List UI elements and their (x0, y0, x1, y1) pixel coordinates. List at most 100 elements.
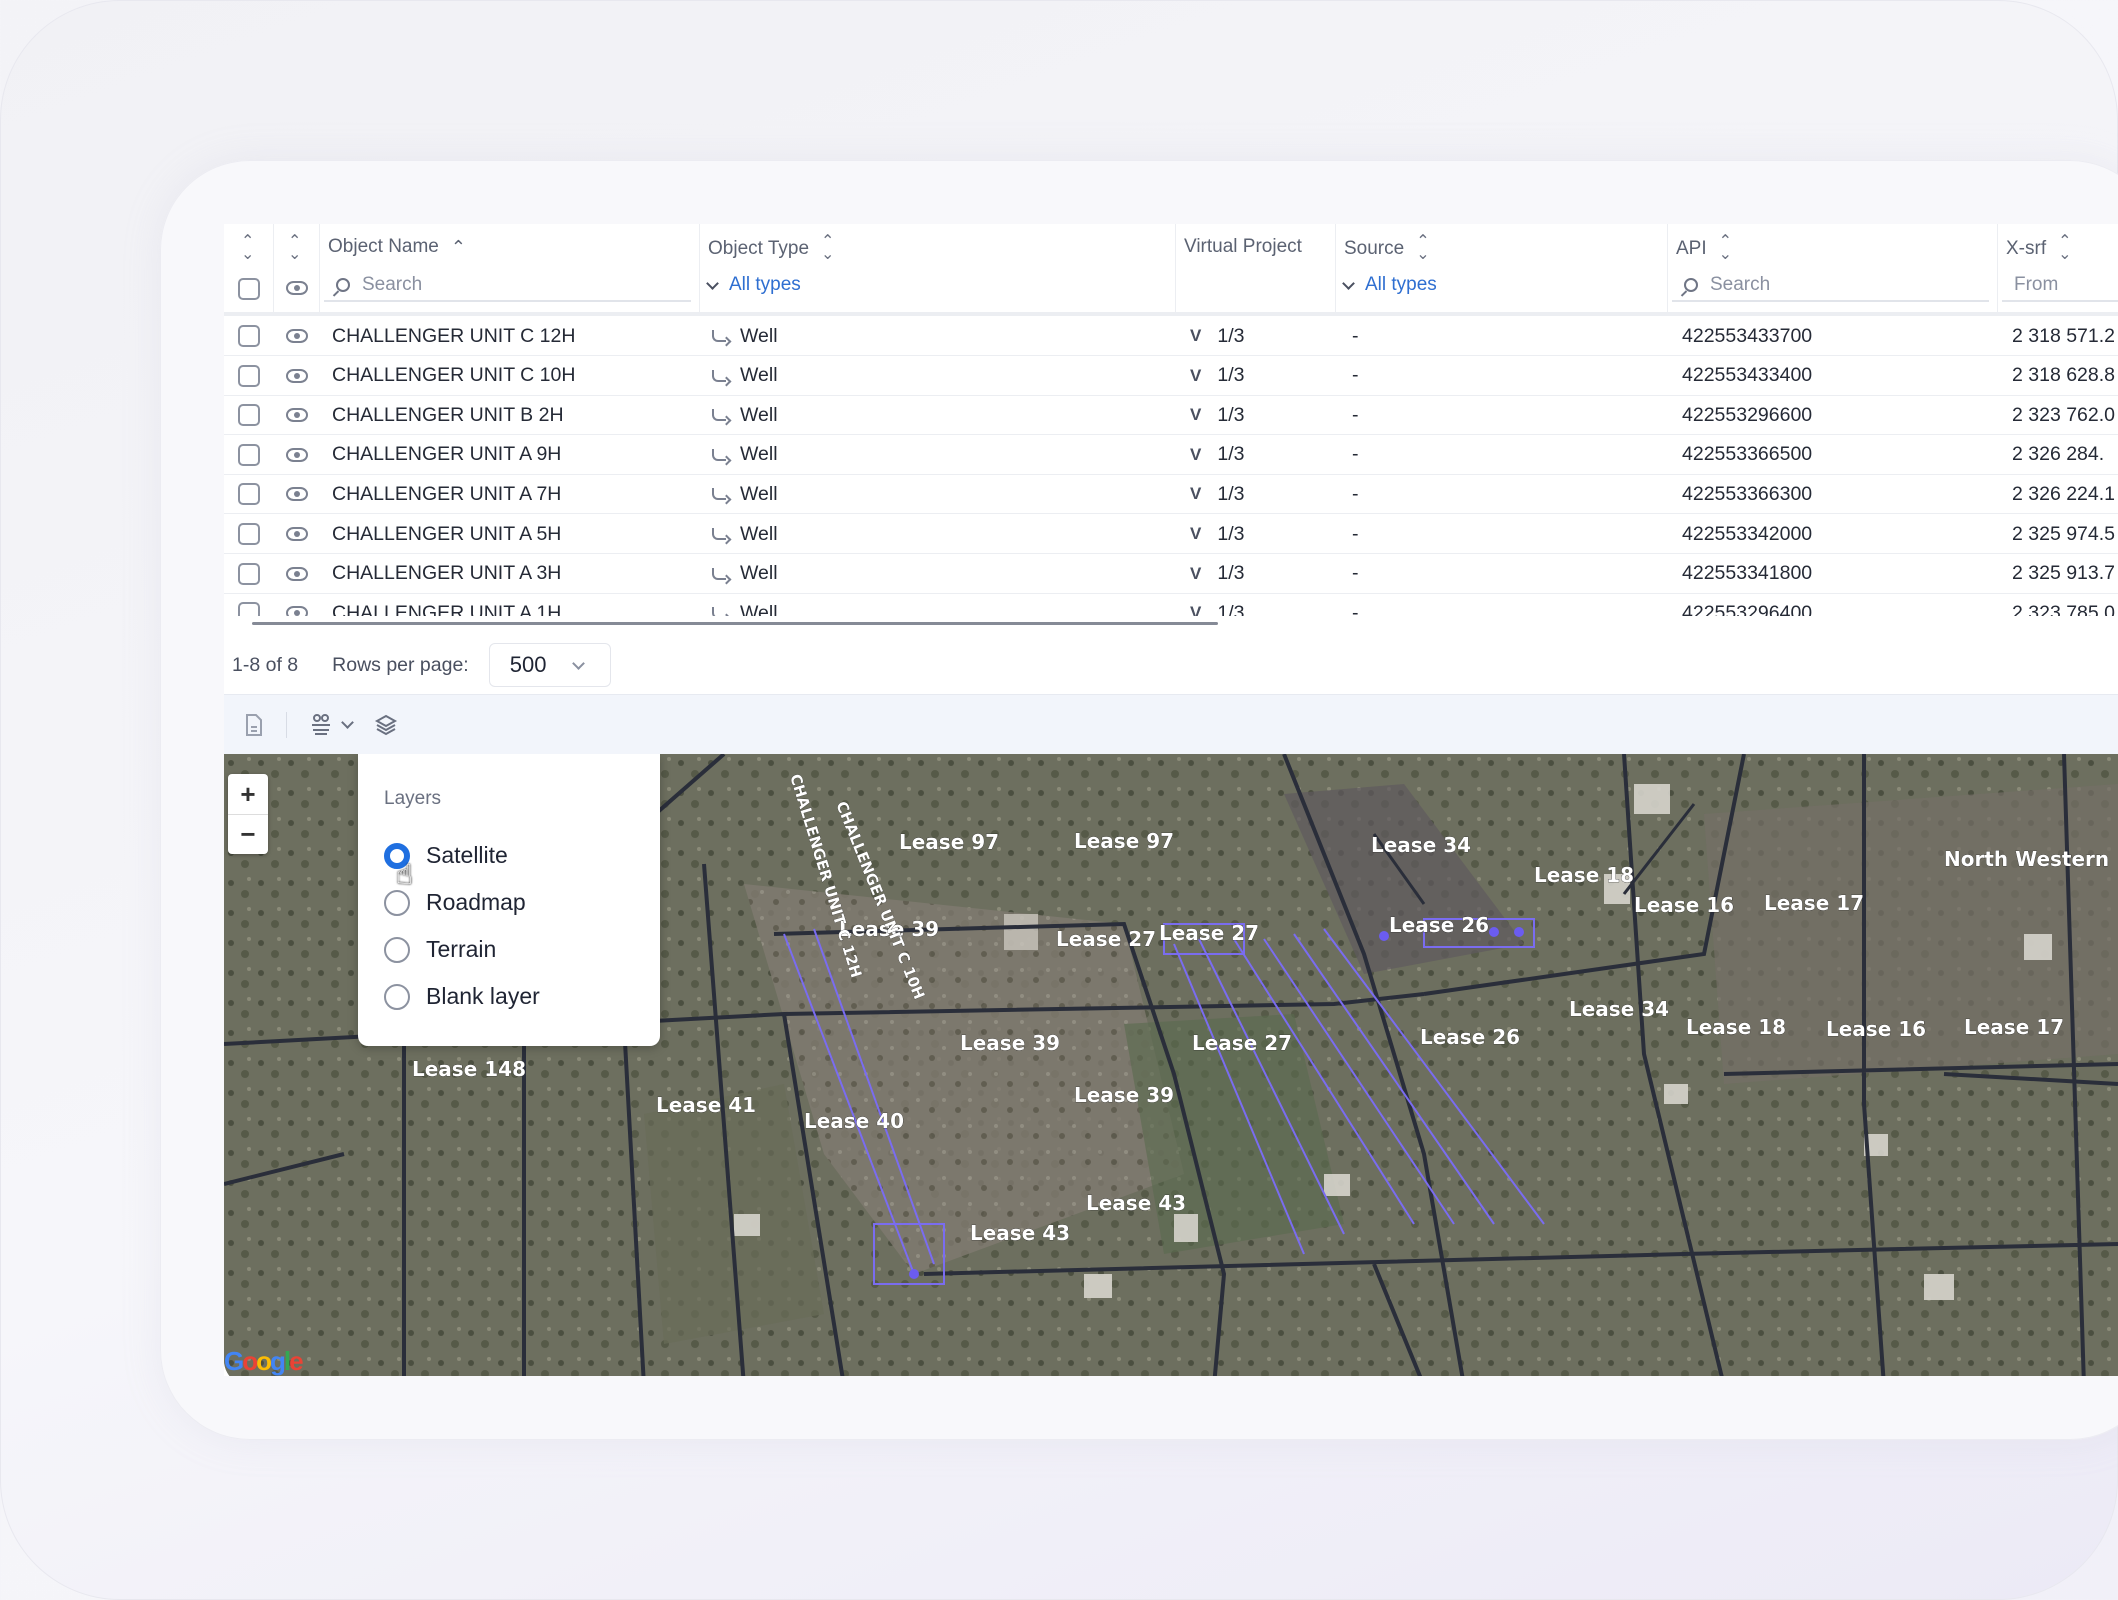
row-select-cell[interactable] (238, 593, 260, 616)
zoom-in-button[interactable]: + (228, 774, 268, 814)
row-checkbox[interactable] (238, 483, 260, 506)
row-select-cell[interactable] (238, 554, 260, 594)
table-row[interactable]: CHALLENGER UNIT A 3H Well V 1/3 - 42255334180… (224, 554, 2118, 594)
row-checkbox[interactable] (238, 523, 260, 545)
eye-icon[interactable] (286, 447, 308, 462)
source-cell: - (1352, 403, 1359, 426)
layer-option-label: Blank layer (426, 983, 540, 1009)
table-row[interactable]: CHALLENGER UNIT B 2H Well V 1/3 - 42255329660… (224, 395, 2118, 436)
source-cell: - (1352, 522, 1359, 545)
xsrf-from-input[interactable]: From (2002, 270, 2118, 302)
source-filter[interactable]: All types (1342, 274, 1437, 296)
well-icon (712, 607, 726, 616)
object-type-filter[interactable]: All types (706, 274, 801, 296)
search-icon (1684, 278, 1698, 292)
sort-icon[interactable]: ⌃ ⌄ (1719, 234, 1732, 263)
rows-per-page-select[interactable]: 500 (488, 643, 611, 687)
sort-asc-icon[interactable]: ⌃ (451, 237, 466, 258)
row-checkbox[interactable] (238, 364, 260, 387)
layer-option-satellite[interactable]: Satellite (384, 832, 634, 879)
eye-icon[interactable] (286, 368, 308, 383)
column-header-object-name[interactable]: Object Name ⌃ (328, 236, 466, 258)
eye-icon[interactable] (286, 606, 308, 616)
column-label: API (1676, 237, 1707, 259)
xsrf-cell: 2 323 762.0 (2012, 403, 2116, 426)
row-select-cell[interactable] (238, 356, 260, 396)
eye-icon[interactable] (286, 281, 308, 295)
column-header-source[interactable]: Source ⌃ ⌄ (1344, 234, 1430, 263)
object-name-cell: CHALLENGER UNIT A 5H (332, 522, 562, 545)
pagination-bar: 1-8 of 8 Rows per page: 500 (224, 636, 2118, 694)
row-select-cell[interactable] (238, 514, 260, 554)
eye-icon[interactable] (286, 329, 308, 343)
layer-option-blank[interactable]: Blank layer (384, 973, 634, 1020)
xsrf-cell: 2 318 571.2 (2012, 324, 2116, 347)
radio-icon[interactable] (384, 889, 410, 916)
satellite-map[interactable]: Lease 97 Lease 97 Lease 34 Lease 18 Leas… (224, 754, 2118, 1376)
row-visibility-cell[interactable] (286, 554, 308, 594)
row-select-cell[interactable] (238, 474, 260, 514)
object-name-cell: CHALLENGER UNIT A 3H (332, 562, 562, 585)
table-row[interactable]: CHALLENGER UNIT C 10H Well V 1/3 - 4225534334… (224, 356, 2118, 396)
radio-icon[interactable] (384, 936, 410, 963)
chevron-down-icon (341, 716, 354, 729)
document-icon[interactable] (244, 713, 264, 737)
eye-icon[interactable] (286, 527, 308, 541)
column-label: Object Name (328, 236, 439, 257)
row-select-cell[interactable] (238, 316, 260, 356)
select-all-checkbox[interactable] (238, 278, 260, 300)
table-row[interactable]: CHALLENGER UNIT A 7H Well V 1/3 - 42255336630… (224, 474, 2118, 515)
row-visibility-cell[interactable] (286, 593, 308, 616)
column-header-object-type[interactable]: Object Type ⌃ ⌄ (708, 234, 834, 263)
sort-icon[interactable]: ⌃ ⌄ (288, 234, 301, 263)
map-label: Lease 39 (1074, 1083, 1174, 1107)
row-visibility-cell[interactable] (286, 316, 308, 356)
eye-icon[interactable] (286, 566, 308, 581)
row-checkbox[interactable] (238, 443, 260, 466)
column-header-api[interactable]: API ⌃ ⌄ (1676, 234, 1732, 263)
radio-icon[interactable] (384, 983, 410, 1010)
table-row[interactable]: CHALLENGER UNIT A 1H Well V 1/3 - 42255329640… (224, 593, 2118, 616)
virtual-project-value: 1/3 (1217, 403, 1245, 426)
layer-option-terrain[interactable]: Terrain (384, 926, 634, 973)
horizontal-scrollbar[interactable] (252, 622, 1218, 625)
row-checkbox[interactable] (238, 602, 260, 616)
table-row[interactable]: CHALLENGER UNIT A 9H Well V 1/3 - 42255336650… (224, 435, 2118, 475)
object-name-search-input[interactable]: Search (324, 270, 691, 302)
sort-icon[interactable]: ⌃ ⌄ (2058, 234, 2071, 263)
sort-icon[interactable]: ⌃ ⌄ (241, 234, 254, 263)
sort-icon[interactable]: ⌃ ⌄ (1416, 234, 1429, 263)
column-header-xsrf[interactable]: X-srf ⌃ ⌄ (2006, 234, 2072, 263)
row-checkbox[interactable] (238, 404, 260, 427)
layers-icon[interactable] (374, 713, 398, 737)
map-label: Lease 26 (1389, 913, 1489, 937)
search-placeholder: Search (1710, 274, 1771, 295)
row-checkbox[interactable] (238, 562, 260, 585)
row-checkbox[interactable] (238, 325, 260, 347)
sort-icon[interactable]: ⌃ ⌄ (821, 234, 834, 263)
api-cell: 422553433400 (1682, 364, 1813, 387)
row-select-cell[interactable] (238, 395, 260, 435)
api-search-input[interactable]: Search (1672, 270, 1989, 302)
row-select-cell[interactable] (238, 435, 260, 475)
column-header-virtual-project[interactable]: Virtual Project (1184, 236, 1302, 258)
row-visibility-cell[interactable] (286, 356, 308, 396)
source-cell: - (1352, 601, 1359, 616)
table-row[interactable]: CHALLENGER UNIT A 5H Well V 1/3 - 42255334200… (224, 514, 2118, 554)
well-icon (712, 448, 726, 461)
row-visibility-cell[interactable] (286, 514, 308, 554)
eye-icon[interactable] (286, 487, 308, 502)
layer-option-roadmap[interactable]: Roadmap (384, 879, 634, 926)
rows-per-page-value: 500 (509, 652, 547, 677)
zoom-out-button[interactable]: − (228, 814, 268, 854)
map-label: Lease 16 (1826, 1017, 1926, 1041)
table-row[interactable]: CHALLENGER UNIT C 12H Well V 1/3 - 4225534337… (224, 316, 2118, 356)
row-visibility-cell[interactable] (286, 435, 308, 475)
well-icon (712, 330, 726, 342)
row-visibility-cell[interactable] (286, 474, 308, 514)
eye-icon[interactable] (286, 408, 308, 423)
layers-popover: Layers Satellite Roadmap Terrain Blank l… (358, 754, 660, 1046)
row-visibility-cell[interactable] (286, 395, 308, 435)
well-filter-button[interactable] (309, 713, 354, 737)
map-label: Lease 17 (1964, 1015, 2064, 1039)
